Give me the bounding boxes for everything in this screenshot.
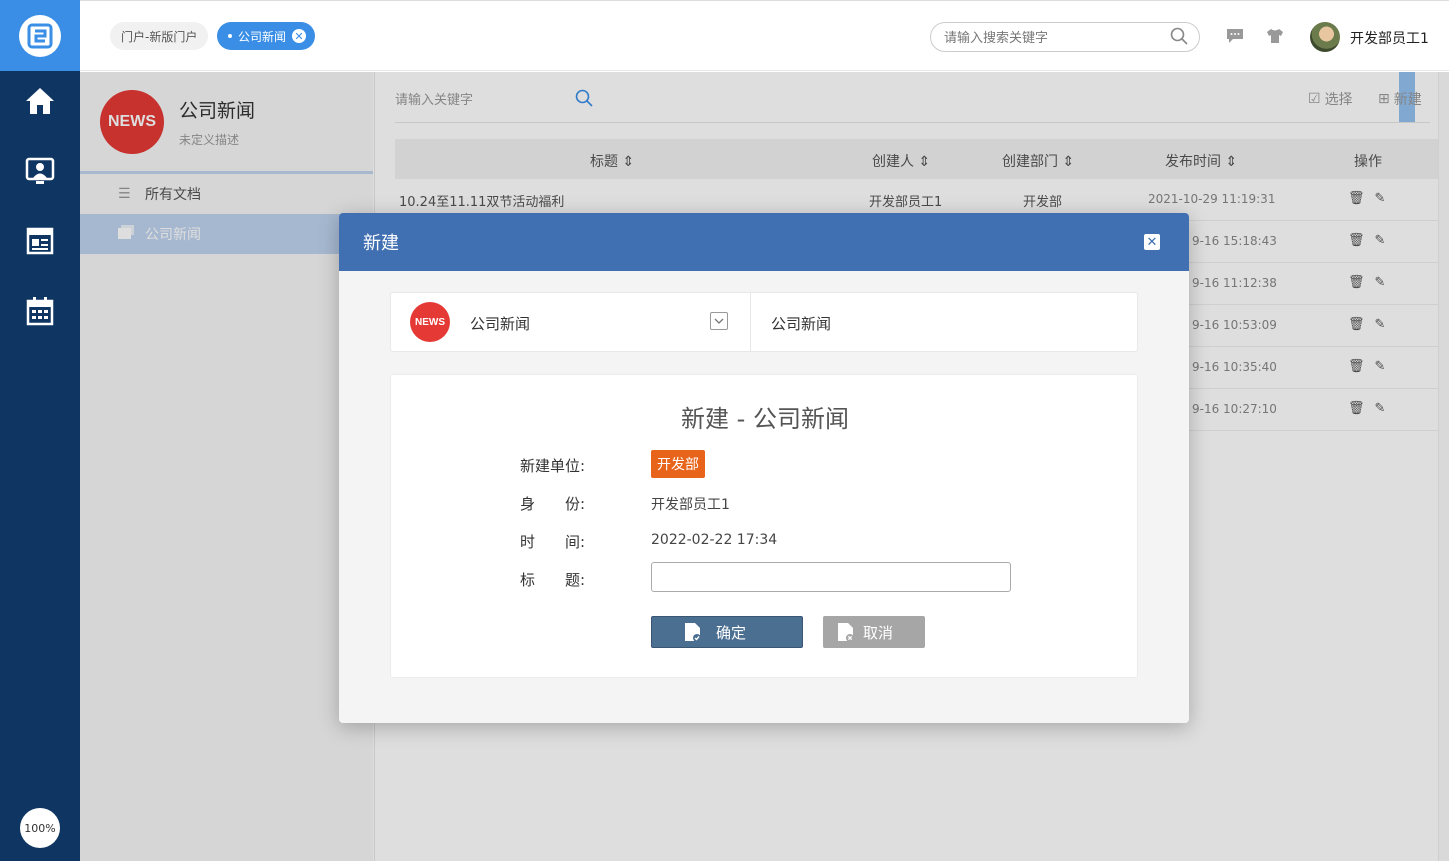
confirm-label: 确定 [716,624,747,642]
time-label: 时 间: [520,533,586,551]
time-value: 2022-02-22 17:34 [651,532,778,548]
new-document-dialog: 新建 ✕ NEWS 公司新闻 公司新闻 新建 - 公司新闻 新建单位: 开发部 … [339,213,1189,723]
user-name[interactable]: 开发部员工1 [1350,28,1429,48]
category-path: 公司新闻 [771,315,832,333]
avatar[interactable] [1310,22,1340,52]
identity-value: 开发部员工1 [651,497,730,513]
unit-badge: 开发部 [651,450,705,478]
category-selector: NEWS 公司新闻 公司新闻 [390,292,1138,352]
tab-label: 公司新闻 [238,29,287,44]
document-remove-icon [837,622,855,642]
close-icon[interactable]: ✕ [1144,234,1160,250]
identity-label: 身 份: [520,495,586,513]
skin-icon[interactable] [1266,28,1284,44]
global-search-input[interactable] [930,22,1200,52]
nav-contacts[interactable] [0,141,80,201]
message-icon[interactable] [1226,28,1244,44]
chevron-down-icon[interactable] [710,312,728,330]
left-nav-rail: 100% [0,0,80,861]
nav-news-board[interactable] [0,211,80,271]
form-title: 新建 - 公司新闻 [681,405,849,433]
tab-label: 门户-新版门户 [121,29,198,44]
dialog-header: 新建 ✕ [339,213,1189,271]
document-check-icon [684,622,702,642]
confirm-button[interactable]: 确定 [651,616,803,648]
top-bar: 门户-新版门户 公司新闻 ✕ 开发部员工1 [80,0,1449,71]
title-input[interactable] [651,562,1011,592]
title-label: 标 题: [520,571,586,589]
cancel-label: 取消 [863,624,894,642]
tab-company-news[interactable]: 公司新闻 ✕ [217,22,316,50]
active-dot [228,34,232,38]
unit-label: 新建单位: [520,457,586,475]
category-name: 公司新闻 [470,315,531,333]
zoom-level[interactable]: 100% [20,808,60,848]
app-logo-icon [19,14,61,57]
close-tab-icon[interactable]: ✕ [292,29,307,43]
cancel-button[interactable]: 取消 [823,616,925,648]
dialog-title: 新建 [363,233,399,254]
contacts-icon [25,157,55,184]
news-logo: NEWS [410,302,450,342]
news-board-icon [26,227,54,255]
nav-calendar[interactable] [0,281,80,341]
new-document-form: 新建 - 公司新闻 新建单位: 开发部 身 份: 开发部员工1 时 间: 202… [390,374,1138,678]
category-dropdown[interactable]: NEWS 公司新闻 [391,293,751,351]
calendar-icon [26,297,54,326]
home-icon [26,88,54,114]
search-icon[interactable] [1170,27,1188,45]
nav-home[interactable] [0,71,80,131]
tab-portal[interactable]: 门户-新版门户 [110,22,209,50]
app-logo[interactable] [0,0,80,71]
